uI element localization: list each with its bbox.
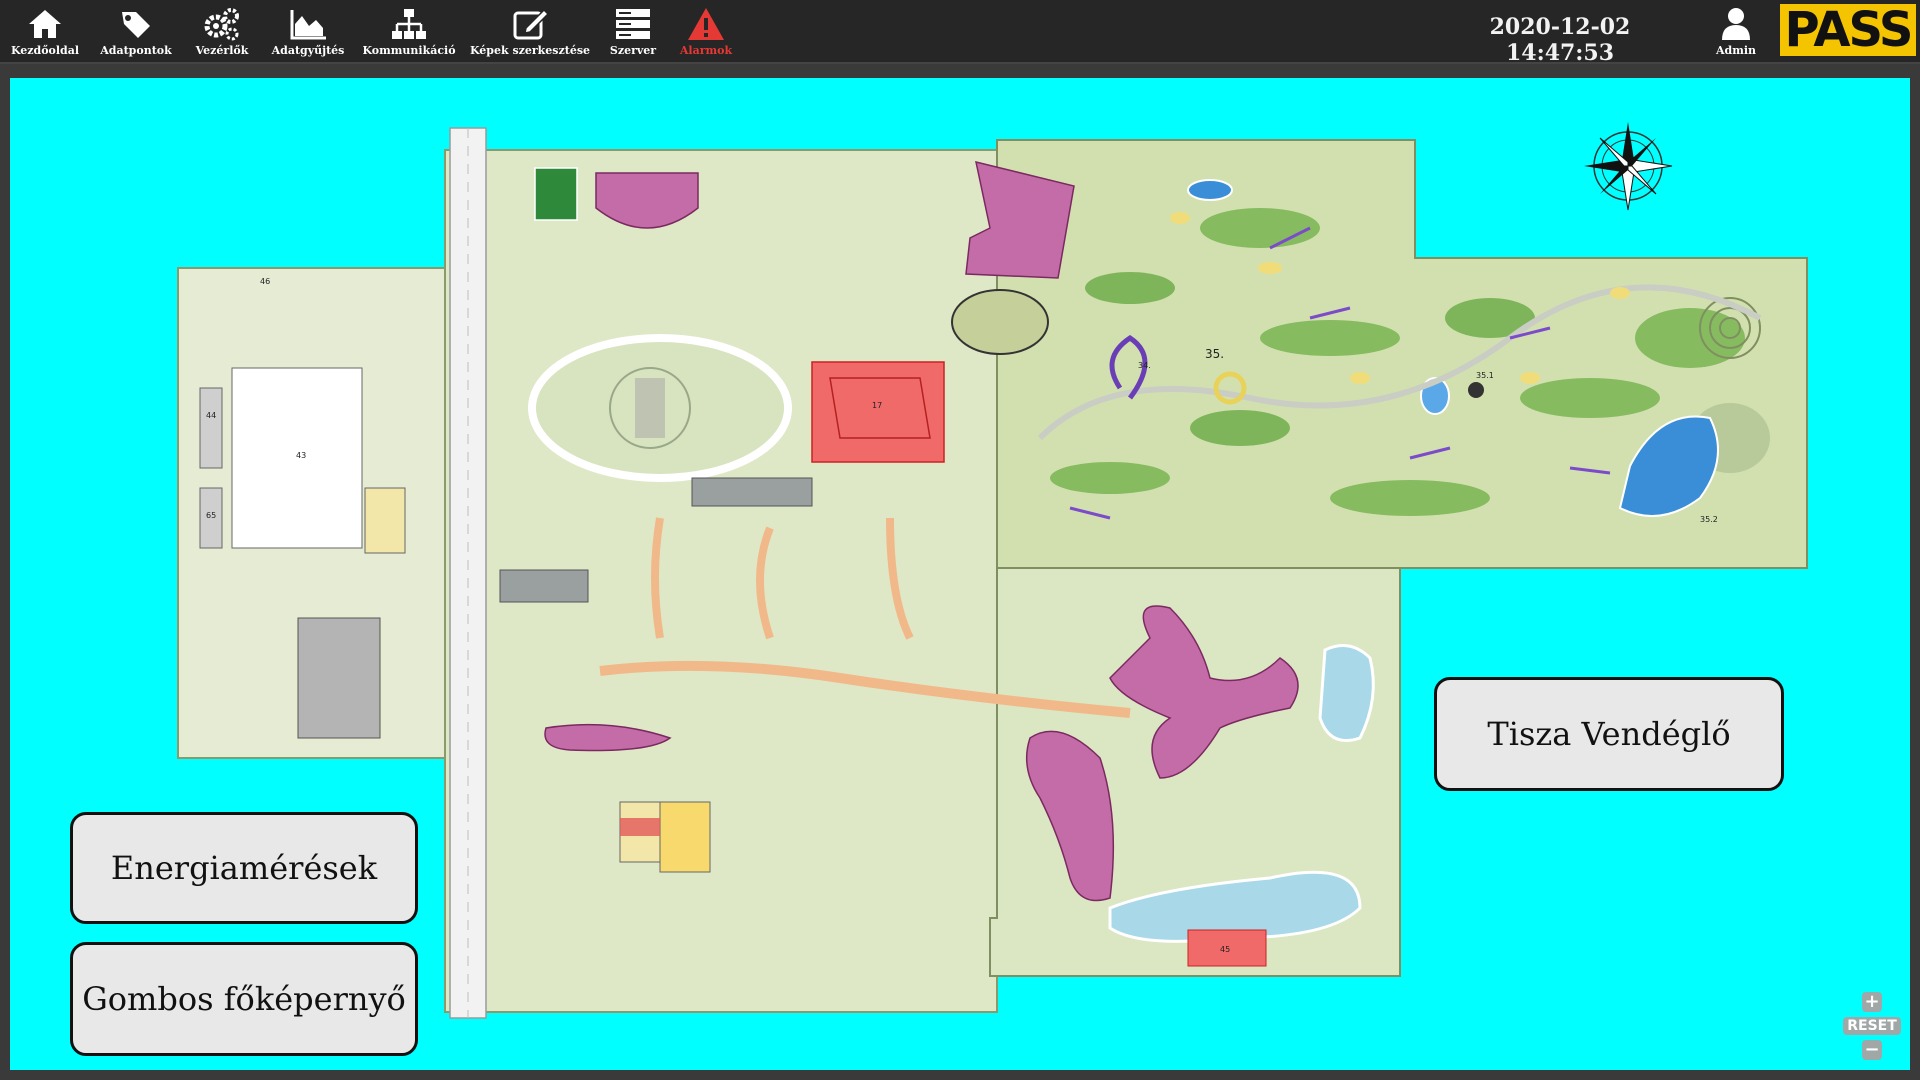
map-canvas: 35. 35.1 35.2 34. 17 45 46 43 44 65 Tisz… <box>10 78 1910 1070</box>
label-area46: 46 <box>260 277 270 286</box>
label-area44: 44 <box>206 411 216 420</box>
zoom-in-button[interactable]: + <box>1862 992 1882 1012</box>
pass-logo: PASS <box>1780 4 1916 56</box>
label-area34: 34. <box>1138 361 1151 370</box>
compass-rose-icon <box>1584 122 1673 211</box>
user-menu[interactable]: Admin <box>1700 2 1772 60</box>
user-label: Admin <box>1715 44 1757 57</box>
label-area35: 35. <box>1205 347 1224 361</box>
home-icon <box>29 10 61 38</box>
label-area45: 45 <box>1220 945 1230 954</box>
server-icon <box>616 9 650 39</box>
label-area35-2: 35.2 <box>1700 515 1718 524</box>
nav-datapoints[interactable]: Adatpontok <box>100 2 172 60</box>
label-area35-1: 35.1 <box>1476 371 1494 380</box>
label-area17: 17 <box>872 401 882 410</box>
nav-server-label: Szerver <box>609 44 657 57</box>
nav-controllers[interactable]: Vezérlők <box>192 2 252 60</box>
nav-edit-images[interactable]: Képek szerkesztése <box>470 2 590 60</box>
warning-icon <box>688 8 724 40</box>
clock: 2020-12-02 14:47:53 <box>1489 14 1631 66</box>
nav-server[interactable]: Szerver <box>608 2 658 60</box>
edit-icon <box>513 8 550 40</box>
nav-communication-label: Kommunikáció <box>362 44 456 57</box>
label-area43: 43 <box>296 451 306 460</box>
user-icon <box>1722 8 1750 40</box>
label-area65: 65 <box>206 511 216 520</box>
nav-controllers-label: Vezérlők <box>195 44 249 57</box>
nav-home[interactable]: Kezdőoldal <box>10 2 80 60</box>
nav-home-label: Kezdőoldal <box>10 44 80 57</box>
top-toolbar: Kezdőoldal Adatpontok Vezérlők Adatgyűjt… <box>0 0 1920 66</box>
nav-datacollection[interactable]: Adatgyűjtés <box>272 2 344 60</box>
energiameresek-button[interactable]: Energiamérések <box>70 812 418 924</box>
tags-icon <box>122 12 150 38</box>
gears-icon <box>204 8 239 41</box>
nav-alarms-label: Alarmok <box>679 44 733 57</box>
tisza-vendeglo-button[interactable]: Tisza Vendéglő <box>1434 677 1784 791</box>
nav-datapoints-label: Adatpontok <box>100 44 172 57</box>
area-chart-icon <box>290 10 326 40</box>
nav-communication[interactable]: Kommunikáció <box>362 2 456 60</box>
nav-alarms[interactable]: Alarmok <box>678 2 734 60</box>
zoom-reset-button[interactable]: RESET <box>1843 1017 1901 1035</box>
nav-datacollection-label: Adatgyűjtés <box>271 44 345 57</box>
zoom-control: + RESET − <box>1843 992 1901 1060</box>
gombos-fokepernyo-button[interactable]: Gombos főképernyő <box>70 942 418 1056</box>
nav-edit-images-label: Képek szerkesztése <box>469 44 591 57</box>
zoom-out-button[interactable]: − <box>1862 1040 1882 1060</box>
network-icon <box>392 9 426 39</box>
